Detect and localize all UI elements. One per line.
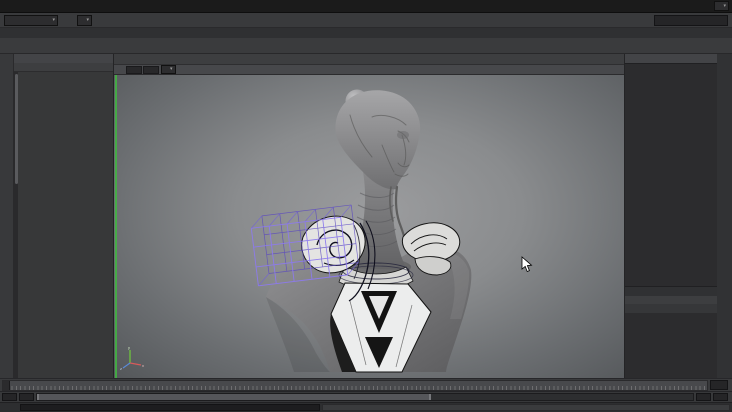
perspective-viewport: y x z	[114, 54, 624, 378]
outliner-panel	[14, 54, 114, 378]
menu-set-select[interactable]	[4, 14, 58, 26]
outliner-list	[14, 72, 113, 378]
channel-box-panel	[624, 54, 717, 378]
toolbox	[0, 54, 14, 378]
shelf-tabs	[0, 28, 732, 38]
selection-name-field[interactable]	[654, 14, 728, 26]
playback-start-field[interactable]	[19, 393, 34, 401]
outliner-title	[14, 54, 113, 63]
shoulder-plate-1	[401, 222, 461, 263]
view-transform-select[interactable]	[160, 65, 176, 74]
time-slider[interactable]	[2, 379, 708, 391]
command-line-input[interactable]	[20, 404, 320, 411]
svg-text:z: z	[120, 366, 122, 370]
current-frame-marker[interactable]	[3, 380, 10, 390]
outliner-menus	[14, 63, 113, 72]
symmetry-select[interactable]	[77, 14, 92, 26]
mouse-cursor	[521, 256, 533, 273]
layer-editor-tabs	[625, 287, 717, 296]
gamma-field[interactable]	[143, 65, 159, 74]
workspace-switcher	[711, 1, 729, 11]
status-line	[0, 13, 732, 28]
time-ticks	[3, 385, 707, 390]
maya-window: y x z	[0, 0, 732, 412]
outliner-scroll-thumb[interactable]	[14, 74, 18, 184]
svg-text:x: x	[142, 363, 144, 368]
channel-box-menus	[625, 54, 717, 63]
layer-editor-toolbar	[625, 304, 717, 313]
svg-text:y: y	[128, 345, 130, 350]
range-slider[interactable]	[36, 393, 694, 401]
playback-end-field[interactable]	[696, 393, 711, 401]
layer-list[interactable]	[625, 313, 717, 378]
right-sidebar	[717, 54, 732, 378]
layer-editor-menus	[625, 296, 717, 304]
main-menubar	[0, 0, 732, 13]
range-slider-handle[interactable]	[37, 394, 431, 400]
exposure-field[interactable]	[125, 65, 142, 74]
shelf	[0, 38, 732, 54]
help-line	[322, 404, 730, 411]
current-time-field[interactable]	[710, 380, 728, 390]
command-line-row	[0, 402, 732, 412]
time-slider-row	[0, 378, 732, 391]
channel-box-body[interactable]	[625, 63, 717, 286]
workspace-select[interactable]	[714, 1, 729, 11]
viewport-canvas[interactable]: y x z	[114, 75, 624, 378]
panel-toolbar	[114, 64, 624, 75]
panel-menubar	[114, 54, 624, 64]
scene-render	[250, 89, 472, 373]
animation-end-field[interactable]	[713, 393, 728, 401]
range-slider-row	[0, 391, 732, 402]
outliner-scrollbar[interactable]	[14, 72, 18, 378]
layer-editor	[625, 286, 717, 378]
eye-socket-shadow	[397, 131, 409, 139]
animation-start-field[interactable]	[2, 393, 17, 401]
view-axis-gizmo: y x z	[120, 345, 144, 370]
